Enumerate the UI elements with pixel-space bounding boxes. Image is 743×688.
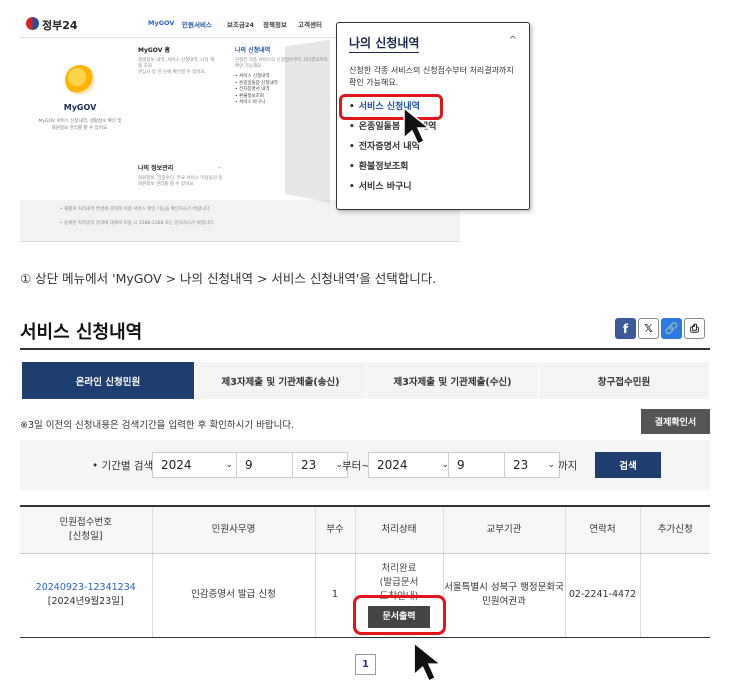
tab-counter[interactable]: 창구접수민원 — [539, 362, 710, 399]
gnb-mygov[interactable]: MyGOV — [148, 19, 174, 27]
notice-line: • 재활서 처리내역 변경에 관하여 이용 서비스 확인 기능을 확인하시기 바… — [60, 207, 211, 212]
step-caption: ① 상단 메뉴에서 'MyGOV > 나의 신청내역 > 서비스 신청내역'을 … — [20, 271, 437, 286]
cell-name: 인감증명서 발급 신청 — [152, 553, 316, 638]
search-notice: ※3일 이전의 신청내용은 검색기간을 입력한 후 확인하시기 바랍니다. — [20, 420, 295, 431]
mygov-home-link[interactable]: MyGOV 홈 — [138, 45, 218, 54]
tab-third-party-received[interactable]: 제3자제출 및 기관제출(수신) — [367, 362, 539, 399]
search-button[interactable]: 검색 — [595, 452, 661, 478]
mygov-home-block: MyGOV 홈 생생정보 내역, 서비스 신청내역, 나의 혜택 조회 관심사 … — [138, 45, 218, 76]
my-info-desc: 회원정보 관리를 할 수 있어요. — [138, 182, 195, 187]
cell-office: 서울특별시 성북구 행정문화국 민원여권과 — [443, 553, 566, 638]
popup-title[interactable]: 나의 신청내역 — [349, 34, 420, 53]
print-icon[interactable]: ⎙ — [684, 318, 705, 339]
from-day-value: 23 — [301, 458, 317, 472]
pagination-page-1[interactable]: 1 — [355, 654, 376, 675]
to-day-select[interactable]: 23 ⌄ — [504, 452, 560, 478]
to-word: 까지 — [558, 460, 578, 472]
popup-desc: 신청한 각종 서비스의 신청접수부터 처리결과까지 확인 가능해요. — [349, 66, 514, 87]
mega-menu-desc: 회원정보 관리를 할 수 있어요. — [51, 126, 109, 131]
link-icon[interactable]: 🔗 — [661, 318, 682, 339]
my-info-link[interactable]: 나의 정보관리 — [138, 163, 238, 172]
site-logo[interactable]: 정부24 — [42, 17, 78, 33]
to-day-value: 23 — [513, 458, 529, 472]
col-header-office: 교부기관 — [443, 505, 566, 554]
from-year-value: 2024 — [161, 458, 192, 472]
title-divider — [20, 348, 710, 350]
col-header-name: 민원사무명 — [152, 505, 316, 554]
col-header-status: 처리상태 — [355, 505, 444, 554]
search-label: • 기간별 검색 — [92, 460, 154, 472]
chevron-up-icon[interactable]: ^ — [509, 35, 517, 46]
gnb-policy[interactable]: 정책정보 — [263, 19, 287, 29]
cell-phone: 02-2241-4472 — [565, 553, 641, 638]
mega-menu-desc: MyGOV 서비스 신청내역, 생활정보 확인 및 — [38, 119, 122, 124]
tab-third-party-sent[interactable]: 제3자제출 및 기관제출(송신) — [195, 362, 367, 399]
payment-receipt-button[interactable]: 결제확인서 — [641, 409, 710, 434]
col-header-number: 민원접수번호 [신청일] — [20, 505, 153, 554]
col-header-phone: 연락처 — [565, 505, 641, 554]
mygov-icon — [65, 65, 95, 95]
chevron-down-icon: ⌄ — [225, 460, 233, 470]
x-twitter-icon[interactable]: 𝕏 — [638, 318, 659, 339]
popup-item-refund[interactable]: • 환불정보조회 — [349, 157, 436, 177]
cell-count: 1 — [315, 553, 356, 638]
cell-extra — [640, 553, 710, 638]
application-date: [2024년9월23일] — [47, 596, 124, 607]
page-title: 서비스 신청내역 — [20, 322, 143, 343]
gov-logo-icon — [26, 17, 39, 30]
from-year-select[interactable]: 2024 ⌄ — [152, 452, 238, 478]
facebook-icon[interactable]: f — [615, 318, 636, 339]
application-number-link[interactable]: 20240923-12341234 — [20, 581, 152, 595]
mouse-cursor-icon — [413, 641, 443, 683]
tab-online[interactable]: 온라인 신청민원 — [22, 362, 195, 399]
popup-item-label: 환불정보조회 — [358, 162, 409, 172]
notice-line: • 등록된 처리방식 결과에 대해서 이용 시 1588-2188 또는 문의하… — [60, 221, 215, 226]
share-toolbar: f 𝕏 🔗 ⎙ — [615, 318, 705, 339]
highlight-box — [353, 595, 446, 635]
period-search: • 기간별 검색 2024⌄ 9⌄ 23⌄ 부터~ 2024⌄ 9⌄ 23⌄ 까… — [20, 440, 710, 490]
chevron-down-icon: ⌄ — [547, 460, 555, 470]
mygov-home-desc: 관심사 등 한 눈에 확인할 수 있어요. — [138, 70, 206, 75]
cell-number: 20240923-12341234 [2024년9월23일] — [20, 553, 153, 638]
to-month-value: 9 — [457, 458, 465, 472]
gnb-civil-service[interactable]: 민원서비스 — [182, 19, 212, 29]
application-tabs: 온라인 신청민원 제3자제출 및 기관제출(송신) 제3자제출 및 기관제출(수… — [22, 362, 710, 399]
popup-item-basket[interactable]: • 서비스 바구니 — [349, 177, 436, 197]
mega-menu-title: MyGOV — [63, 103, 97, 112]
from-month-value: 9 — [245, 458, 253, 472]
mouse-cursor-icon — [403, 106, 432, 146]
table-header-row: 민원접수번호 [신청일] 민원사무명 부수 처리상태 교부기관 연락처 추가신청 — [20, 505, 710, 554]
gnb-subsidy[interactable]: 보조금24 — [227, 19, 254, 29]
zoom-funnel — [285, 39, 331, 203]
from-word: 부터~ — [342, 460, 371, 472]
popup-item-label: 서비스 바구니 — [358, 182, 412, 192]
col-header-count: 부수 — [315, 505, 356, 554]
col-header-extra: 추가신청 — [640, 505, 710, 554]
to-year-select[interactable]: 2024 ⌄ — [368, 452, 454, 478]
chevron-down-icon[interactable]: ⌄ — [217, 163, 222, 170]
from-day-select[interactable]: 23 ⌄ — [292, 452, 348, 478]
mega-menu-intro: MyGOV MyGOV 서비스 신청내역, 생활정보 확인 및 회원정보 관리를… — [30, 51, 130, 171]
to-year-value: 2024 — [377, 458, 408, 472]
mygov-home-desc: 생생정보 내역, 서비스 신청내역, 나의 혜택 조회 — [138, 58, 215, 69]
my-info-block: 나의 정보관리 회원정보, 인증수단, 주요 서비스 이용동의 등 회원정보 관… — [138, 163, 238, 188]
